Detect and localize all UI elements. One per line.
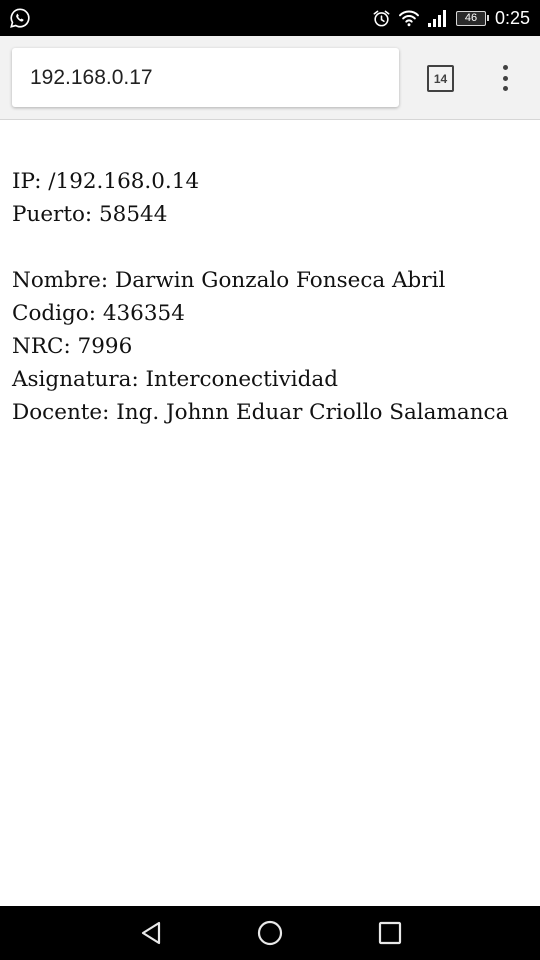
page-content: IP: /192.168.0.14 Puerto: 58544 Nombre: … [12, 165, 536, 429]
teacher-line: Docente: Ing. Johnn Eduar Criollo Salama… [12, 400, 509, 425]
status-bar: 46 0:25 [0, 0, 540, 36]
name-line: Nombre: Darwin Gonzalo Fonseca Abril [12, 268, 446, 293]
alarm-icon [373, 10, 390, 26]
back-icon[interactable] [137, 919, 165, 947]
url-bar[interactable]: 192.168.0.17 [12, 48, 399, 107]
whatsapp-icon [10, 8, 30, 28]
ip-line: IP: /192.168.0.14 [12, 169, 200, 194]
tab-count: 14 [433, 71, 448, 86]
home-icon[interactable] [256, 919, 284, 947]
tab-switcher-button[interactable]: 14 [427, 65, 454, 92]
subject-line: Asignatura: Interconectividad [12, 367, 338, 392]
port-line: Puerto: 58544 [12, 202, 168, 227]
battery-level: 46 [464, 12, 478, 24]
clock: 0:25 [494, 7, 530, 28]
status-icons: 46 0:25 [372, 0, 530, 36]
nrc-line: NRC: 7996 [12, 334, 133, 359]
navigation-bar [0, 906, 540, 960]
recents-icon[interactable] [376, 919, 404, 947]
code-line: Codigo: 436354 [12, 301, 185, 326]
battery-icon: 46 [455, 10, 489, 26]
browser-toolbar: 192.168.0.17 14 [0, 36, 540, 120]
wifi-icon [398, 10, 419, 27]
signal-icon [427, 10, 446, 27]
url-text: 192.168.0.17 [30, 65, 153, 89]
more-vert-icon[interactable] [495, 63, 515, 93]
